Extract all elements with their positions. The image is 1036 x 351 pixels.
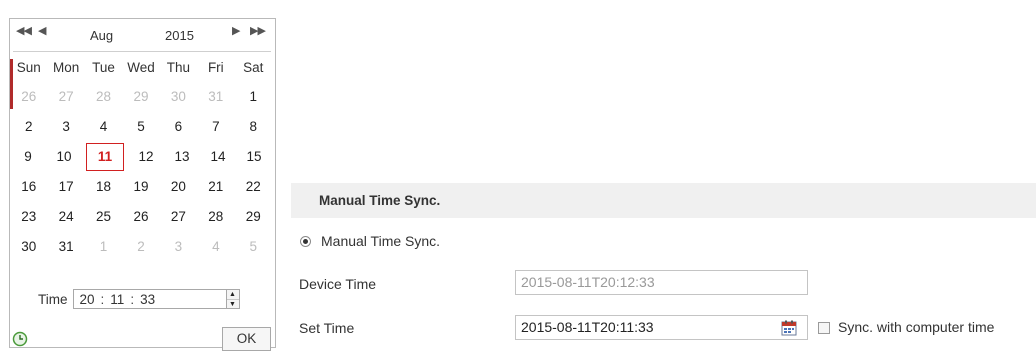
calendar-day[interactable]: 15 [236, 143, 272, 171]
calendar-day[interactable]: 21 [197, 173, 234, 201]
calendar-day[interactable]: 4 [85, 113, 122, 141]
device-time-field: 2015-08-11T20:12:33 [515, 270, 808, 295]
calendar-day[interactable]: 29 [122, 83, 159, 111]
calendar-week-row: 16 17 18 19 20 21 22 [10, 172, 272, 202]
calendar-day[interactable]: 23 [10, 203, 47, 231]
double-right-arrow-icon[interactable]: ▶▶ [250, 24, 266, 37]
calendar-day[interactable]: 19 [122, 173, 159, 201]
calendar-day[interactable]: 28 [85, 83, 122, 111]
calendar-day[interactable]: 2 [122, 233, 159, 261]
calendar-popup: ◀◀ ◀ Aug 2015 ▶ ▶▶ Sun Mon Tue Wed Thu Fri Sat… [9, 18, 276, 351]
weekday-label: Mon [53, 60, 80, 75]
calendar-day[interactable]: 26 [122, 203, 159, 231]
calendar-day[interactable]: 20 [160, 173, 197, 201]
calendar-day[interactable]: 25 [85, 203, 122, 231]
calendar-day[interactable]: 31 [47, 233, 84, 261]
weekday-header: Sun Mon Tue Wed Thu Fri Sat [10, 54, 272, 82]
calendar-divider [13, 51, 271, 52]
manual-sync-radio[interactable] [300, 236, 311, 247]
calendar-week-row: 23 24 25 26 27 28 29 [10, 202, 272, 232]
calendar-day[interactable]: 9 [10, 143, 46, 171]
calendar-day[interactable]: 14 [200, 143, 236, 171]
minute-field[interactable]: 11 [110, 292, 124, 307]
calendar-week-row: 2345678 [10, 112, 272, 142]
clock-icon[interactable] [12, 331, 28, 347]
sync-computer-time-label[interactable]: Sync. with computer time [838, 319, 994, 335]
calendar-grid: Sun Mon Tue Wed Thu Fri Sat 26 27 28 29 30 31 1 2 3 4 5 6… [10, 54, 272, 262]
sync-computer-time-checkbox[interactable] [818, 322, 830, 334]
calendar-year[interactable]: 2015 [165, 28, 194, 43]
weekday-label: Thu [166, 60, 191, 75]
weekday-label: Tue [92, 60, 115, 75]
section-title: Manual Time Sync. [319, 193, 441, 208]
calendar-day[interactable]: 22 [235, 173, 272, 201]
calendar-day[interactable]: 5 [235, 233, 272, 261]
time-spinner[interactable]: ▲ ▼ [226, 289, 240, 309]
time-colon: : [130, 291, 135, 307]
calendar-day-selected[interactable]: 11 [86, 143, 124, 171]
calendar-day[interactable]: 1 [85, 233, 122, 261]
calendar-week-row: 9 10 11 12 13 14 15 [10, 142, 272, 172]
calendar-day[interactable]: 27 [160, 203, 197, 231]
calendar-day[interactable]: 12 [128, 143, 164, 171]
calendar-day[interactable]: 18 [85, 173, 122, 201]
time-input[interactable]: 20 : 11 : 33 [72, 289, 227, 309]
time-label: Time [38, 291, 68, 307]
manual-sync-radio-label[interactable]: Manual Time Sync. [321, 233, 440, 249]
calendar-day[interactable]: 6 [160, 113, 197, 141]
calendar-day[interactable]: 30 [160, 83, 197, 111]
weekday-label: Sat [243, 60, 264, 75]
hour-field[interactable]: 20 [80, 292, 95, 307]
weekday-label: Sun [16, 60, 41, 75]
time-colon: : [100, 291, 105, 307]
calendar-week-row: 26 27 28 29 30 31 1 [10, 82, 272, 112]
calendar-day[interactable]: 28 [197, 203, 234, 231]
calendar-day[interactable]: 4 [197, 233, 234, 261]
calendar-day[interactable]: 2 [10, 113, 47, 141]
calendar-day[interactable]: 7 [197, 113, 234, 141]
spin-down-icon[interactable]: ▼ [227, 300, 239, 309]
right-arrow-icon[interactable]: ▶ [232, 24, 241, 37]
calendar-day[interactable]: 17 [47, 173, 84, 201]
calendar-day[interactable]: 13 [164, 143, 200, 171]
calendar-day[interactable]: 27 [47, 83, 84, 111]
spin-up-icon[interactable]: ▲ [226, 290, 239, 300]
calendar-day[interactable]: 31 [197, 83, 234, 111]
calendar-day[interactable]: 30 [10, 233, 47, 261]
calendar-icon[interactable] [781, 320, 797, 336]
calendar-day[interactable]: 16 [10, 173, 47, 201]
weekday-label: Fri [207, 60, 224, 75]
section-header: Manual Time Sync. [291, 183, 1036, 218]
double-left-arrow-icon[interactable]: ◀◀ [16, 24, 32, 37]
calendar-day[interactable]: 8 [235, 113, 272, 141]
set-time-label: Set Time [299, 320, 355, 336]
device-time-label: Device Time [299, 276, 377, 292]
calendar-day[interactable]: 24 [47, 203, 84, 231]
weekday-label: Wed [127, 60, 155, 75]
calendar-nav: ◀◀ ◀ Aug 2015 ▶ ▶▶ [10, 19, 275, 49]
left-arrow-icon[interactable]: ◀ [38, 24, 47, 37]
time-row: Time 20 : 11 : 33 ▲ ▼ [38, 287, 240, 311]
calendar-day[interactable]: 3 [160, 233, 197, 261]
calendar-day[interactable]: 5 [122, 113, 159, 141]
calendar-day[interactable]: 10 [46, 143, 82, 171]
calendar-day[interactable]: 1 [235, 83, 272, 111]
ok-button[interactable]: OK [222, 327, 271, 351]
calendar-day[interactable]: 26 [10, 83, 47, 111]
calendar-day[interactable]: 3 [47, 113, 84, 141]
calendar-week-row: 30 31 1 2 3 4 5 [10, 232, 272, 262]
calendar-day[interactable]: 29 [235, 203, 272, 231]
set-time-field[interactable]: 2015-08-11T20:11:33 [515, 315, 808, 340]
second-field[interactable]: 33 [140, 292, 155, 307]
calendar-month[interactable]: Aug [90, 28, 113, 43]
